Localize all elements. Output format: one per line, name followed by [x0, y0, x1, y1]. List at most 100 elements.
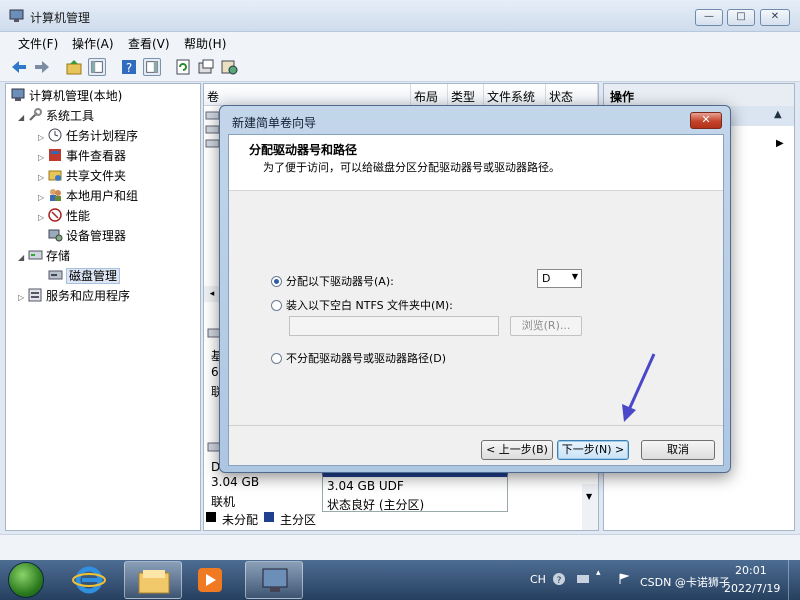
partition-block[interactable]: 3.04 GB UDF 状态良好 (主分区): [322, 472, 508, 512]
clock-time[interactable]: 20:01: [735, 564, 767, 577]
next-button[interactable]: 下一步(N) >: [557, 440, 629, 460]
tree-node-local-users[interactable]: ▷ 本地用户和组: [38, 187, 138, 205]
media-player-icon[interactable]: [195, 564, 225, 596]
storage-icon: [28, 250, 43, 260]
disk-size: 3.04 GB: [211, 475, 260, 489]
users-icon: [50, 189, 61, 201]
shared-folder-icon: [48, 170, 62, 181]
partition-size: 3.04 GB UDF: [327, 479, 404, 493]
radio-unselected-icon[interactable]: [271, 300, 282, 311]
collapse-section-icon[interactable]: ▲: [774, 109, 782, 120]
expand-triangle-icon[interactable]: ▷: [38, 213, 48, 222]
collapse-triangle-icon[interactable]: ◢: [18, 113, 28, 122]
svg-text:?: ?: [126, 61, 132, 75]
menu-help[interactable]: 帮助(H): [184, 35, 226, 52]
browse-button[interactable]: 浏览(R)...: [510, 316, 582, 336]
computer-management-icon: [11, 88, 25, 101]
radio-mount-ntfs-folder[interactable]: 装入以下空白 NTFS 文件夹中(M):: [271, 297, 453, 313]
minimize-button[interactable]: —: [695, 9, 723, 26]
collapse-triangle-icon[interactable]: ◢: [18, 253, 28, 262]
tree-node-disk-management[interactable]: 磁盘管理: [48, 267, 121, 285]
input-language[interactable]: CH: [530, 573, 546, 586]
computer-management-icon: [9, 9, 24, 22]
folder-icon: [138, 570, 170, 594]
tree-node-task-scheduler[interactable]: ▷ 任务计划程序: [38, 127, 138, 145]
refresh-icon[interactable]: [174, 58, 192, 76]
column-header-status[interactable]: 状态: [546, 84, 598, 106]
drive-letter-value: D: [542, 272, 551, 285]
tree-node-performance[interactable]: ▷ 性能: [38, 207, 90, 225]
radio-unselected-icon[interactable]: [271, 353, 282, 364]
forward-arrow-icon[interactable]: [33, 58, 51, 76]
tree-node-services-apps[interactable]: ▷ 服务和应用程序: [18, 287, 130, 305]
expand-triangle-icon[interactable]: ▷: [38, 133, 48, 142]
properties-icon[interactable]: [197, 58, 215, 76]
menu-file[interactable]: 文件(F): [18, 35, 58, 52]
close-button[interactable]: ✕: [760, 9, 790, 26]
toolbar: ?: [0, 52, 800, 82]
taskbar-computer-management[interactable]: [245, 561, 303, 599]
tree-node-storage[interactable]: ◢ 存储: [18, 247, 70, 265]
tray-expand-icon[interactable]: ▴: [596, 568, 601, 578]
wizard-step-title: 分配驱动器号和路径: [249, 143, 358, 157]
tree-node-device-manager[interactable]: 设备管理器: [48, 227, 126, 245]
restore-button[interactable]: □: [727, 9, 755, 26]
scroll-down-icon[interactable]: ▼: [586, 492, 592, 501]
tree-node-shared-folders[interactable]: ▷ 共享文件夹: [38, 167, 126, 185]
dialog-title: 新建简单卷向导: [232, 116, 317, 130]
help-icon[interactable]: ?: [120, 58, 138, 76]
expand-triangle-icon[interactable]: ▷: [38, 173, 48, 182]
radio-assign-drive-letter[interactable]: 分配以下驱动器号(A):: [271, 273, 394, 289]
column-header-volume[interactable]: 卷: [204, 84, 411, 106]
annotation-arrow-icon: [622, 353, 656, 422]
tree-node-system-tools[interactable]: ◢ 系统工具: [18, 107, 94, 125]
internet-explorer-icon[interactable]: [72, 564, 106, 596]
legend-primary-swatch: [264, 512, 274, 522]
tree-node-event-viewer[interactable]: ▷ 事件查看器: [38, 147, 126, 165]
disk-settings-icon[interactable]: [220, 58, 238, 76]
expand-triangle-icon[interactable]: ▷: [38, 153, 48, 162]
column-header-layout[interactable]: 布局: [411, 84, 448, 106]
disk-label-fragment: 6: [211, 365, 219, 379]
up-folder-icon[interactable]: [65, 58, 83, 76]
clock-date[interactable]: 2022/7/19: [724, 582, 780, 595]
back-arrow-icon[interactable]: [10, 58, 28, 76]
wizard-header: 分配驱动器号和路径 为了便于访问，可以给磁盘分区分配驱动器号或驱动器路径。: [229, 135, 723, 191]
svg-text:?: ?: [557, 576, 562, 586]
menu-action[interactable]: 操作(A): [72, 35, 114, 52]
drive-letter-select[interactable]: D ▼: [537, 269, 582, 288]
taskbar-explorer[interactable]: [124, 561, 182, 599]
taskbar: CH ? ▴ CSDN @卡诺狮子 20:01 2022/7/19: [0, 560, 800, 600]
column-header-filesystem[interactable]: 文件系统: [484, 84, 546, 106]
start-button[interactable]: [8, 562, 44, 598]
title-bar[interactable]: 计算机管理 — □ ✕: [0, 0, 800, 32]
radio-no-drive-letter[interactable]: 不分配驱动器号或驱动器路径(D): [271, 350, 446, 366]
expand-triangle-icon[interactable]: ▷: [18, 293, 28, 302]
tree-node-root[interactable]: 计算机管理(本地): [11, 87, 122, 105]
legend-unallocated-swatch: [206, 512, 216, 522]
menu-view[interactable]: 查看(V): [128, 35, 170, 52]
help-tray-icon[interactable]: ?: [552, 572, 566, 586]
actions-header: 操作: [604, 84, 794, 106]
window-title: 计算机管理: [30, 11, 91, 25]
show-hide-tree-icon[interactable]: [88, 58, 106, 76]
vertical-scrollbar[interactable]: ▼: [582, 484, 598, 530]
event-viewer-icon: [49, 149, 61, 161]
keyboard-tray-icon[interactable]: [576, 572, 590, 586]
scroll-left-icon[interactable]: ◂: [204, 286, 220, 302]
cancel-button[interactable]: 取消: [641, 440, 715, 460]
folder-path-input[interactable]: [289, 316, 499, 336]
radio-selected-icon[interactable]: [271, 276, 282, 287]
back-button[interactable]: < 上一步(B): [481, 440, 553, 460]
dropdown-arrow-icon[interactable]: ▼: [572, 272, 578, 281]
show-hide-action-pane-icon[interactable]: [143, 58, 161, 76]
more-actions-arrow-icon[interactable]: ▶: [776, 138, 784, 149]
dialog-close-button[interactable]: ✕: [690, 112, 722, 129]
partition-status: 状态良好 (主分区): [327, 498, 425, 512]
flag-tray-icon[interactable]: [618, 573, 630, 585]
column-header-type[interactable]: 类型: [448, 84, 484, 106]
disk-state: 联机: [211, 495, 236, 509]
show-desktop-button[interactable]: [788, 560, 800, 600]
legend-primary-label: 主分区: [280, 513, 317, 527]
expand-triangle-icon[interactable]: ▷: [38, 193, 48, 202]
